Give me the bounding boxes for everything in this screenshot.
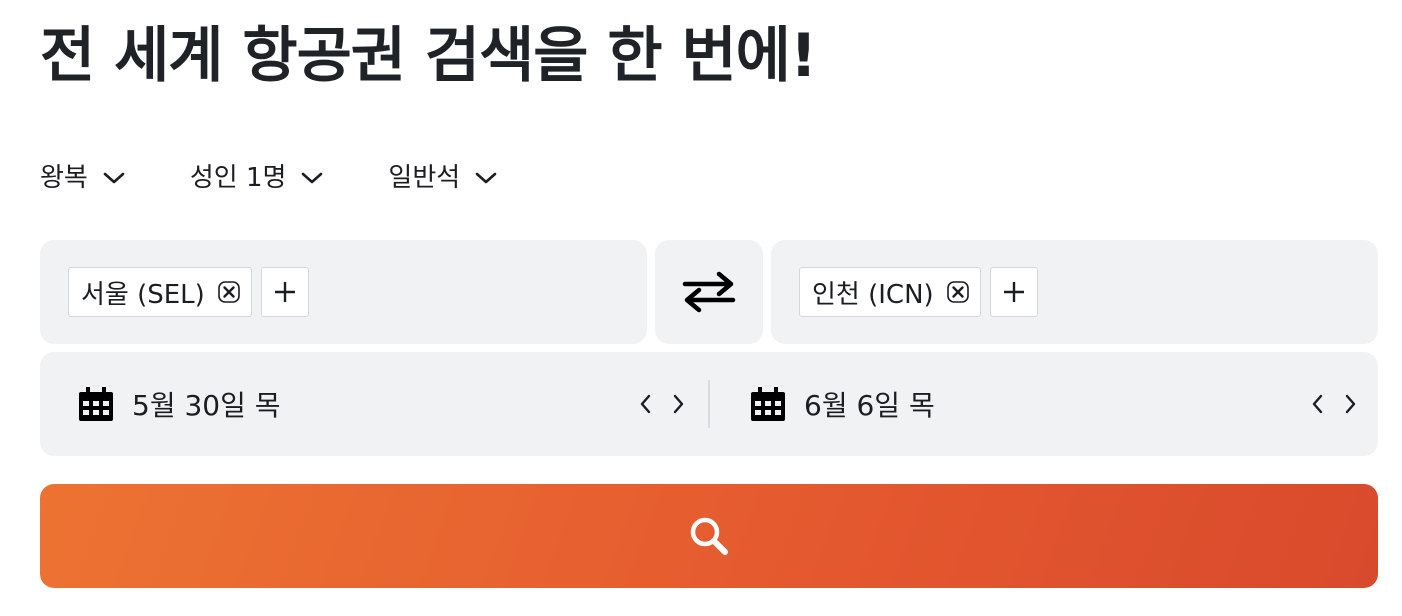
search-icon <box>690 517 728 555</box>
trip-type-label: 왕복 <box>40 163 88 193</box>
origin-chip[interactable]: 서울 (SEL) <box>68 267 252 317</box>
trip-type-dropdown[interactable]: 왕복 <box>40 158 126 198</box>
destination-chip[interactable]: 인천 (ICN) <box>799 267 981 317</box>
swap-button[interactable] <box>655 240 763 344</box>
search-button[interactable] <box>40 484 1378 588</box>
calendar-icon <box>750 386 786 422</box>
depart-date-field[interactable]: 5월 30일 목 <box>78 352 281 456</box>
destination-chip-label: 인천 (ICN) <box>812 279 934 310</box>
plus-icon <box>274 282 295 302</box>
chevron-left-icon[interactable] <box>1302 388 1334 420</box>
chevron-down-icon <box>474 166 498 190</box>
date-divider <box>708 380 710 428</box>
passengers-label: 성인 1명 <box>189 163 287 193</box>
close-icon[interactable] <box>217 280 241 304</box>
chevron-right-icon[interactable] <box>1334 388 1366 420</box>
destination-field[interactable]: 인천 (ICN) <box>771 240 1378 344</box>
close-icon[interactable] <box>946 280 970 304</box>
chevron-down-icon <box>300 166 324 190</box>
cabin-class-dropdown[interactable]: 일반석 <box>388 158 498 198</box>
return-date-stepper <box>1302 388 1366 420</box>
page-title: 전 세계 항공권 검색을 한 번에! <box>40 21 817 91</box>
cabin-class-label: 일반석 <box>388 163 461 193</box>
add-origin-button[interactable] <box>260 267 309 317</box>
add-destination-button[interactable] <box>989 267 1038 317</box>
date-picker-row: 5월 30일 목 6월 6일 목 <box>40 352 1378 456</box>
chevron-right-icon[interactable] <box>662 388 694 420</box>
chevron-left-icon[interactable] <box>630 388 662 420</box>
search-options: 왕복 성인 1명 일반석 <box>40 158 498 198</box>
calendar-icon <box>78 386 114 422</box>
depart-date-stepper <box>630 388 694 420</box>
depart-date-text: 5월 30일 목 <box>132 389 281 422</box>
return-date-text: 6월 6일 목 <box>804 389 935 422</box>
passengers-dropdown[interactable]: 성인 1명 <box>190 158 325 198</box>
return-date-field[interactable]: 6월 6일 목 <box>750 352 935 456</box>
swap-arrows-icon <box>682 271 736 313</box>
origin-chip-label: 서울 (SEL) <box>81 279 205 310</box>
chevron-down-icon <box>102 166 126 190</box>
plus-icon <box>1003 282 1024 302</box>
origin-field[interactable]: 서울 (SEL) <box>40 240 647 344</box>
